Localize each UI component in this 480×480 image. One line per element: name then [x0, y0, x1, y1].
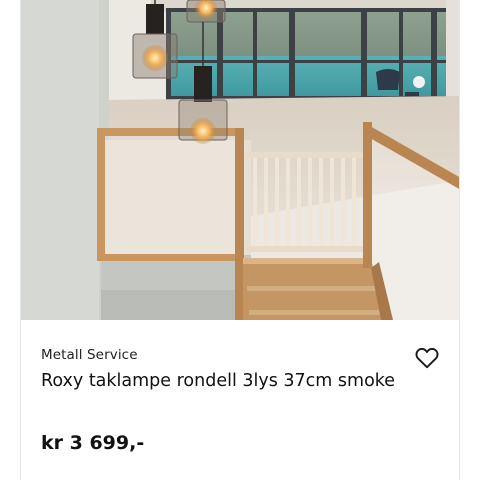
- favorite-button[interactable]: [413, 344, 441, 372]
- seller-name[interactable]: Metall Service: [41, 347, 138, 363]
- product-price: kr 3 699,-: [41, 432, 145, 454]
- product-info: Metall Service Roxy taklampe rondell 3ly…: [21, 320, 459, 480]
- product-card[interactable]: Metall Service Roxy taklampe rondell 3ly…: [20, 0, 460, 480]
- product-photo: [21, 0, 459, 320]
- product-title[interactable]: Roxy taklampe rondell 3lys 37cm smoke: [41, 371, 421, 391]
- heart-outline-icon: [415, 347, 439, 369]
- product-image[interactable]: [21, 0, 459, 320]
